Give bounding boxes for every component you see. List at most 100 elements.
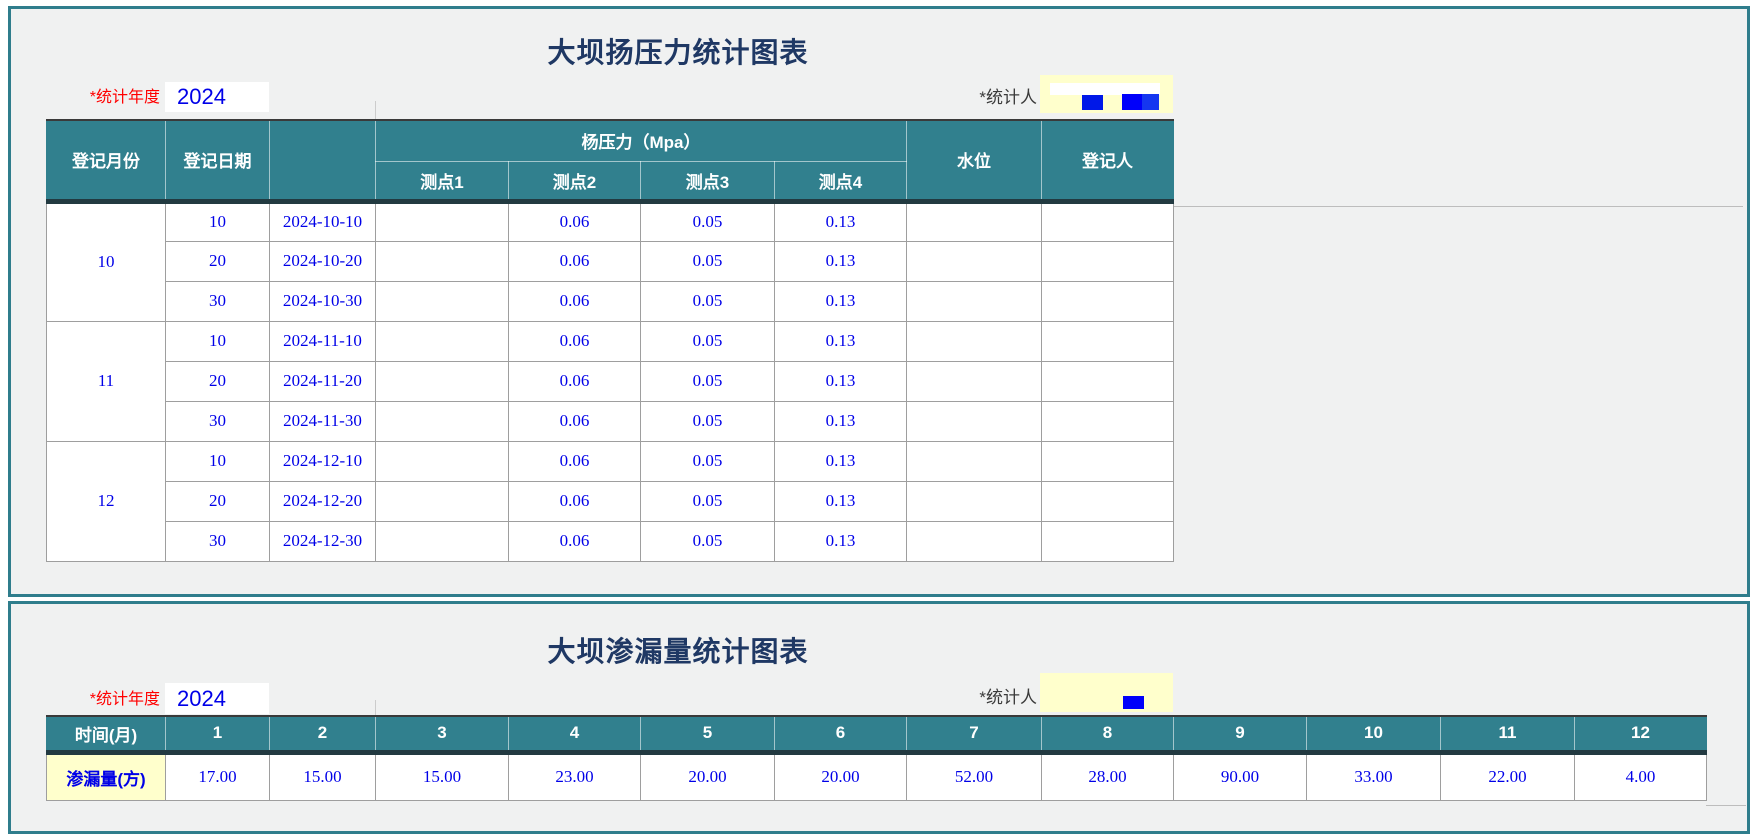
registrant-cell[interactable] [1042,321,1174,361]
month-cell[interactable]: 10 [47,201,166,321]
date-cell[interactable]: 2024-12-20 [270,481,376,521]
point4-cell[interactable]: 0.13 [775,241,907,281]
month-cell[interactable]: 12 [47,441,166,561]
seepage-value-cell[interactable]: 52.00 [907,752,1042,800]
point4-cell[interactable]: 0.13 [775,321,907,361]
col-header-month-5: 5 [641,716,775,752]
point1-cell[interactable] [376,281,509,321]
col-header-point3: 测点3 [641,161,775,201]
water-cell[interactable] [907,361,1042,401]
date-cell[interactable]: 2024-11-30 [270,401,376,441]
registrant-cell[interactable] [1042,481,1174,521]
date-cell[interactable]: 2024-10-30 [270,281,376,321]
registrant-cell[interactable] [1042,441,1174,481]
day-cell[interactable]: 30 [166,281,270,321]
point4-cell[interactable]: 0.13 [775,521,907,561]
registrant-cell[interactable] [1042,241,1174,281]
seepage-value-cell[interactable]: 33.00 [1307,752,1441,800]
point2-cell[interactable]: 0.06 [509,401,641,441]
point4-cell[interactable]: 0.13 [775,281,907,321]
point2-cell[interactable]: 0.06 [509,281,641,321]
date-cell[interactable]: 2024-11-20 [270,361,376,401]
point3-cell[interactable]: 0.05 [641,401,775,441]
table-row: 12 10 2024-12-10 0.06 0.05 0.13 [47,441,1174,481]
point1-cell[interactable] [376,521,509,561]
date-cell[interactable]: 2024-10-20 [270,241,376,281]
water-cell[interactable] [907,481,1042,521]
date-cell[interactable]: 2024-10-10 [270,201,376,241]
table-row: 20 2024-11-20 0.06 0.05 0.13 [47,361,1174,401]
point2-cell[interactable]: 0.06 [509,241,641,281]
water-cell[interactable] [907,241,1042,281]
seepage-value-cell[interactable]: 20.00 [775,752,907,800]
date-cell[interactable]: 2024-12-10 [270,441,376,481]
seepage-value-cell[interactable]: 22.00 [1441,752,1575,800]
point3-cell[interactable]: 0.05 [641,521,775,561]
uplift-statistician-input[interactable] [1040,75,1173,113]
seepage-value-cell[interactable]: 28.00 [1042,752,1174,800]
point2-cell[interactable]: 0.06 [509,521,641,561]
day-cell[interactable]: 30 [166,401,270,441]
day-cell[interactable]: 10 [166,201,270,241]
water-cell[interactable] [907,321,1042,361]
point4-cell[interactable]: 0.13 [775,201,907,241]
point1-cell[interactable] [376,441,509,481]
table-row: 20 2024-12-20 0.06 0.05 0.13 [47,481,1174,521]
seepage-value-cell[interactable]: 90.00 [1174,752,1307,800]
point4-cell[interactable]: 0.13 [775,441,907,481]
date-cell[interactable]: 2024-11-10 [270,321,376,361]
day-cell[interactable]: 30 [166,521,270,561]
col-header-month-2: 2 [270,716,376,752]
day-cell[interactable]: 20 [166,241,270,281]
point2-cell[interactable]: 0.06 [509,361,641,401]
point3-cell[interactable]: 0.05 [641,481,775,521]
registrant-cell[interactable] [1042,521,1174,561]
point3-cell[interactable]: 0.05 [641,361,775,401]
registrant-cell[interactable] [1042,201,1174,241]
seepage-value-cell[interactable]: 15.00 [376,752,509,800]
seepage-value-cell[interactable]: 15.00 [270,752,376,800]
water-cell[interactable] [907,441,1042,481]
seepage-year-input[interactable]: 2024 [165,683,269,714]
day-cell[interactable]: 20 [166,481,270,521]
table-row: 30 2024-11-30 0.06 0.05 0.13 [47,401,1174,441]
seepage-value-cell[interactable]: 20.00 [641,752,775,800]
water-cell[interactable] [907,201,1042,241]
point2-cell[interactable]: 0.06 [509,441,641,481]
point3-cell[interactable]: 0.05 [641,441,775,481]
point1-cell[interactable] [376,321,509,361]
point3-cell[interactable]: 0.05 [641,281,775,321]
water-cell[interactable] [907,401,1042,441]
water-cell[interactable] [907,281,1042,321]
point3-cell[interactable]: 0.05 [641,241,775,281]
gridline-extension [1706,805,1746,806]
seepage-value-cell[interactable]: 4.00 [1575,752,1707,800]
seepage-value-cell[interactable]: 23.00 [509,752,641,800]
point3-cell[interactable]: 0.05 [641,321,775,361]
point1-cell[interactable] [376,201,509,241]
uplift-year-input[interactable]: 2024 [165,82,269,112]
point1-cell[interactable] [376,361,509,401]
day-cell[interactable]: 10 [166,441,270,481]
month-cell[interactable]: 11 [47,321,166,441]
point1-cell[interactable] [376,241,509,281]
day-cell[interactable]: 10 [166,321,270,361]
point3-cell[interactable]: 0.05 [641,201,775,241]
point2-cell[interactable]: 0.06 [509,321,641,361]
registrant-cell[interactable] [1042,361,1174,401]
point2-cell[interactable]: 0.06 [509,201,641,241]
point4-cell[interactable]: 0.13 [775,361,907,401]
point4-cell[interactable]: 0.13 [775,481,907,521]
seepage-statistician-input[interactable] [1040,673,1173,712]
day-cell[interactable]: 20 [166,361,270,401]
point1-cell[interactable] [376,401,509,441]
point2-cell[interactable]: 0.06 [509,481,641,521]
point4-cell[interactable]: 0.13 [775,401,907,441]
table-row: 渗漏量(方) 17.00 15.00 15.00 23.00 20.00 20.… [47,752,1707,800]
registrant-cell[interactable] [1042,281,1174,321]
water-cell[interactable] [907,521,1042,561]
registrant-cell[interactable] [1042,401,1174,441]
date-cell[interactable]: 2024-12-30 [270,521,376,561]
seepage-value-cell[interactable]: 17.00 [166,752,270,800]
point1-cell[interactable] [376,481,509,521]
